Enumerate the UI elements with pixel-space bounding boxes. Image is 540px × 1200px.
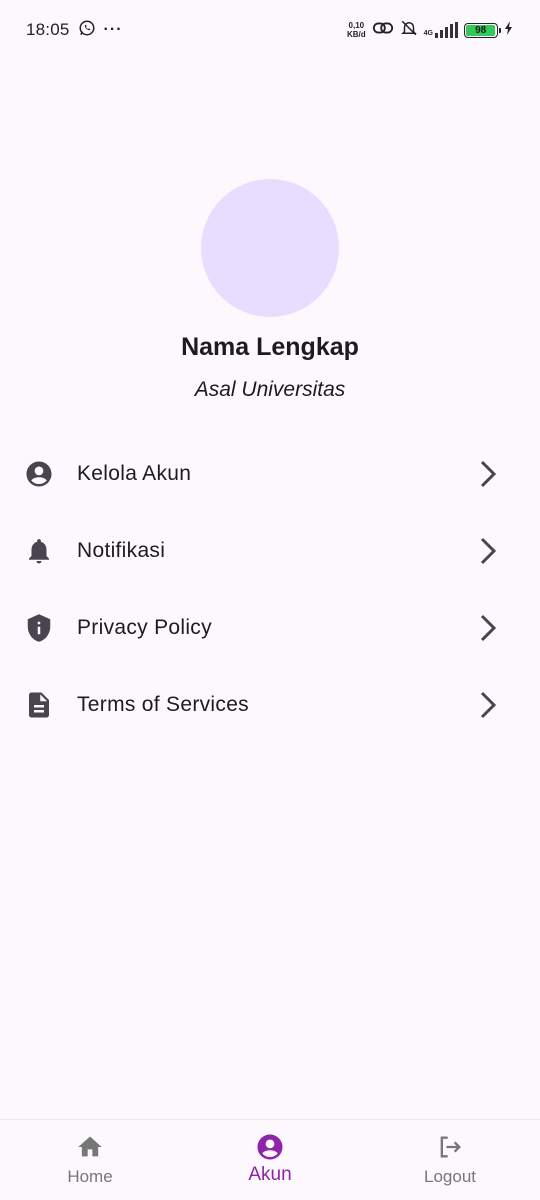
chevron-right-icon bbox=[476, 613, 500, 643]
menu-item-label: Privacy Policy bbox=[77, 615, 212, 639]
menu-item-terms-of-services[interactable]: Terms of Services bbox=[0, 666, 540, 743]
nav-label-logout: Logout bbox=[424, 1167, 476, 1186]
nav-item-home[interactable]: Home bbox=[0, 1120, 180, 1200]
whatsapp-icon bbox=[78, 19, 96, 42]
menu-item-kelola-akun[interactable]: Kelola Akun bbox=[0, 435, 540, 512]
avatar bbox=[201, 179, 339, 317]
more-icon: ··· bbox=[103, 21, 123, 38]
nav-item-logout[interactable]: Logout bbox=[360, 1120, 540, 1200]
account-menu: Kelola Akun Notifikasi Privacy Policy Te… bbox=[0, 435, 540, 743]
link-icon bbox=[372, 20, 394, 41]
network-speed: 0,10 KB/d bbox=[346, 21, 366, 39]
bottom-navigation: Home Akun Logout bbox=[0, 1119, 540, 1200]
bell-icon bbox=[24, 536, 54, 566]
nav-label-akun: Akun bbox=[248, 1164, 292, 1185]
status-time: 18:05 bbox=[26, 20, 70, 39]
nav-item-akun[interactable]: Akun bbox=[180, 1120, 360, 1200]
logout-icon bbox=[435, 1132, 465, 1162]
chevron-right-icon bbox=[476, 536, 500, 566]
nav-label-home: Home bbox=[67, 1167, 113, 1186]
account-circle-icon bbox=[24, 459, 54, 489]
menu-item-privacy-policy[interactable]: Privacy Policy bbox=[0, 589, 540, 666]
shield-info-icon bbox=[24, 613, 54, 643]
account-circle-icon bbox=[255, 1132, 285, 1162]
bell-off-icon bbox=[400, 19, 418, 42]
home-icon bbox=[75, 1132, 105, 1162]
menu-item-notifikasi[interactable]: Notifikasi bbox=[0, 512, 540, 589]
menu-item-label: Terms of Services bbox=[77, 692, 249, 716]
chevron-right-icon bbox=[476, 459, 500, 489]
profile-university: Asal Universitas bbox=[194, 378, 346, 401]
charging-icon bbox=[504, 20, 514, 40]
profile-name: Nama Lengkap bbox=[181, 333, 359, 361]
signal-icon: 4G bbox=[424, 22, 458, 38]
chevron-right-icon bbox=[476, 690, 500, 720]
menu-item-label: Notifikasi bbox=[77, 538, 166, 562]
menu-item-label: Kelola Akun bbox=[77, 461, 192, 485]
status-bar: 18:05 ··· 0,10 KB/d 4G 98 bbox=[0, 0, 540, 60]
battery-icon: 98 bbox=[464, 22, 501, 38]
document-icon bbox=[24, 690, 54, 720]
